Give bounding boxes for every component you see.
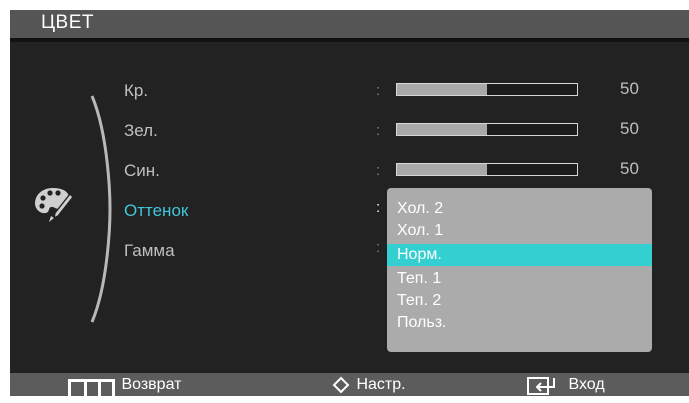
page-title: ЦВЕТ <box>41 12 95 33</box>
option-warm-1[interactable]: Теп. 1 <box>387 268 652 290</box>
separator: : <box>376 239 381 256</box>
menu-item-color-tone[interactable]: Оттенок <box>124 201 188 221</box>
color-tone-dropdown[interactable]: Хол. 2 Хол. 1 Норм. Теп. 1 Теп. 2 Польз. <box>387 188 652 352</box>
menu-item-green[interactable]: Зел. <box>124 121 158 141</box>
menu-item-blue[interactable]: Син. <box>124 161 160 181</box>
adjust-label: Настр. <box>356 376 406 393</box>
up-down-arrows-icon <box>332 373 352 403</box>
enter-button[interactable]: Вход <box>526 373 605 396</box>
green-slider[interactable] <box>396 123 578 136</box>
red-slider[interactable] <box>396 83 578 96</box>
back-button[interactable]: Возврат <box>67 373 181 396</box>
option-normal[interactable]: Норм. <box>387 244 652 266</box>
separator: : <box>376 122 381 139</box>
option-warm-2[interactable]: Теп. 2 <box>387 290 652 312</box>
title-divider <box>10 38 689 42</box>
separator: : <box>376 82 381 99</box>
green-slider-fill <box>397 124 487 135</box>
palette-icon <box>32 182 74 224</box>
enter-label: Вход <box>568 376 605 393</box>
footer-bar: Возврат Настр. Вход <box>10 373 689 396</box>
title-bar: ЦВЕТ <box>10 10 689 38</box>
blue-value: 50 <box>620 159 639 178</box>
option-custom[interactable]: Польз. <box>387 312 652 334</box>
menu-bracket <box>90 95 112 323</box>
menu-item-gamma[interactable]: Гамма <box>124 241 175 261</box>
blue-slider[interactable] <box>396 163 578 176</box>
red-value: 50 <box>620 79 639 98</box>
blue-slider-fill <box>397 164 487 175</box>
enter-icon <box>526 373 564 403</box>
separator: : <box>376 199 381 216</box>
menu-item-red[interactable]: Кр. <box>124 81 148 101</box>
separator: : <box>376 162 381 179</box>
menu-icon <box>67 373 117 403</box>
back-label: Возврат <box>121 376 182 393</box>
green-value: 50 <box>620 119 639 138</box>
red-slider-fill <box>397 84 487 95</box>
option-cool-1[interactable]: Хол. 1 <box>387 220 652 242</box>
option-cool-2[interactable]: Хол. 2 <box>387 198 652 220</box>
osd-window: ЦВЕТ Кр. Зел. Син. Оттенок Гамма : : : :… <box>10 10 689 396</box>
adjust-button[interactable]: Настр. <box>332 373 406 396</box>
